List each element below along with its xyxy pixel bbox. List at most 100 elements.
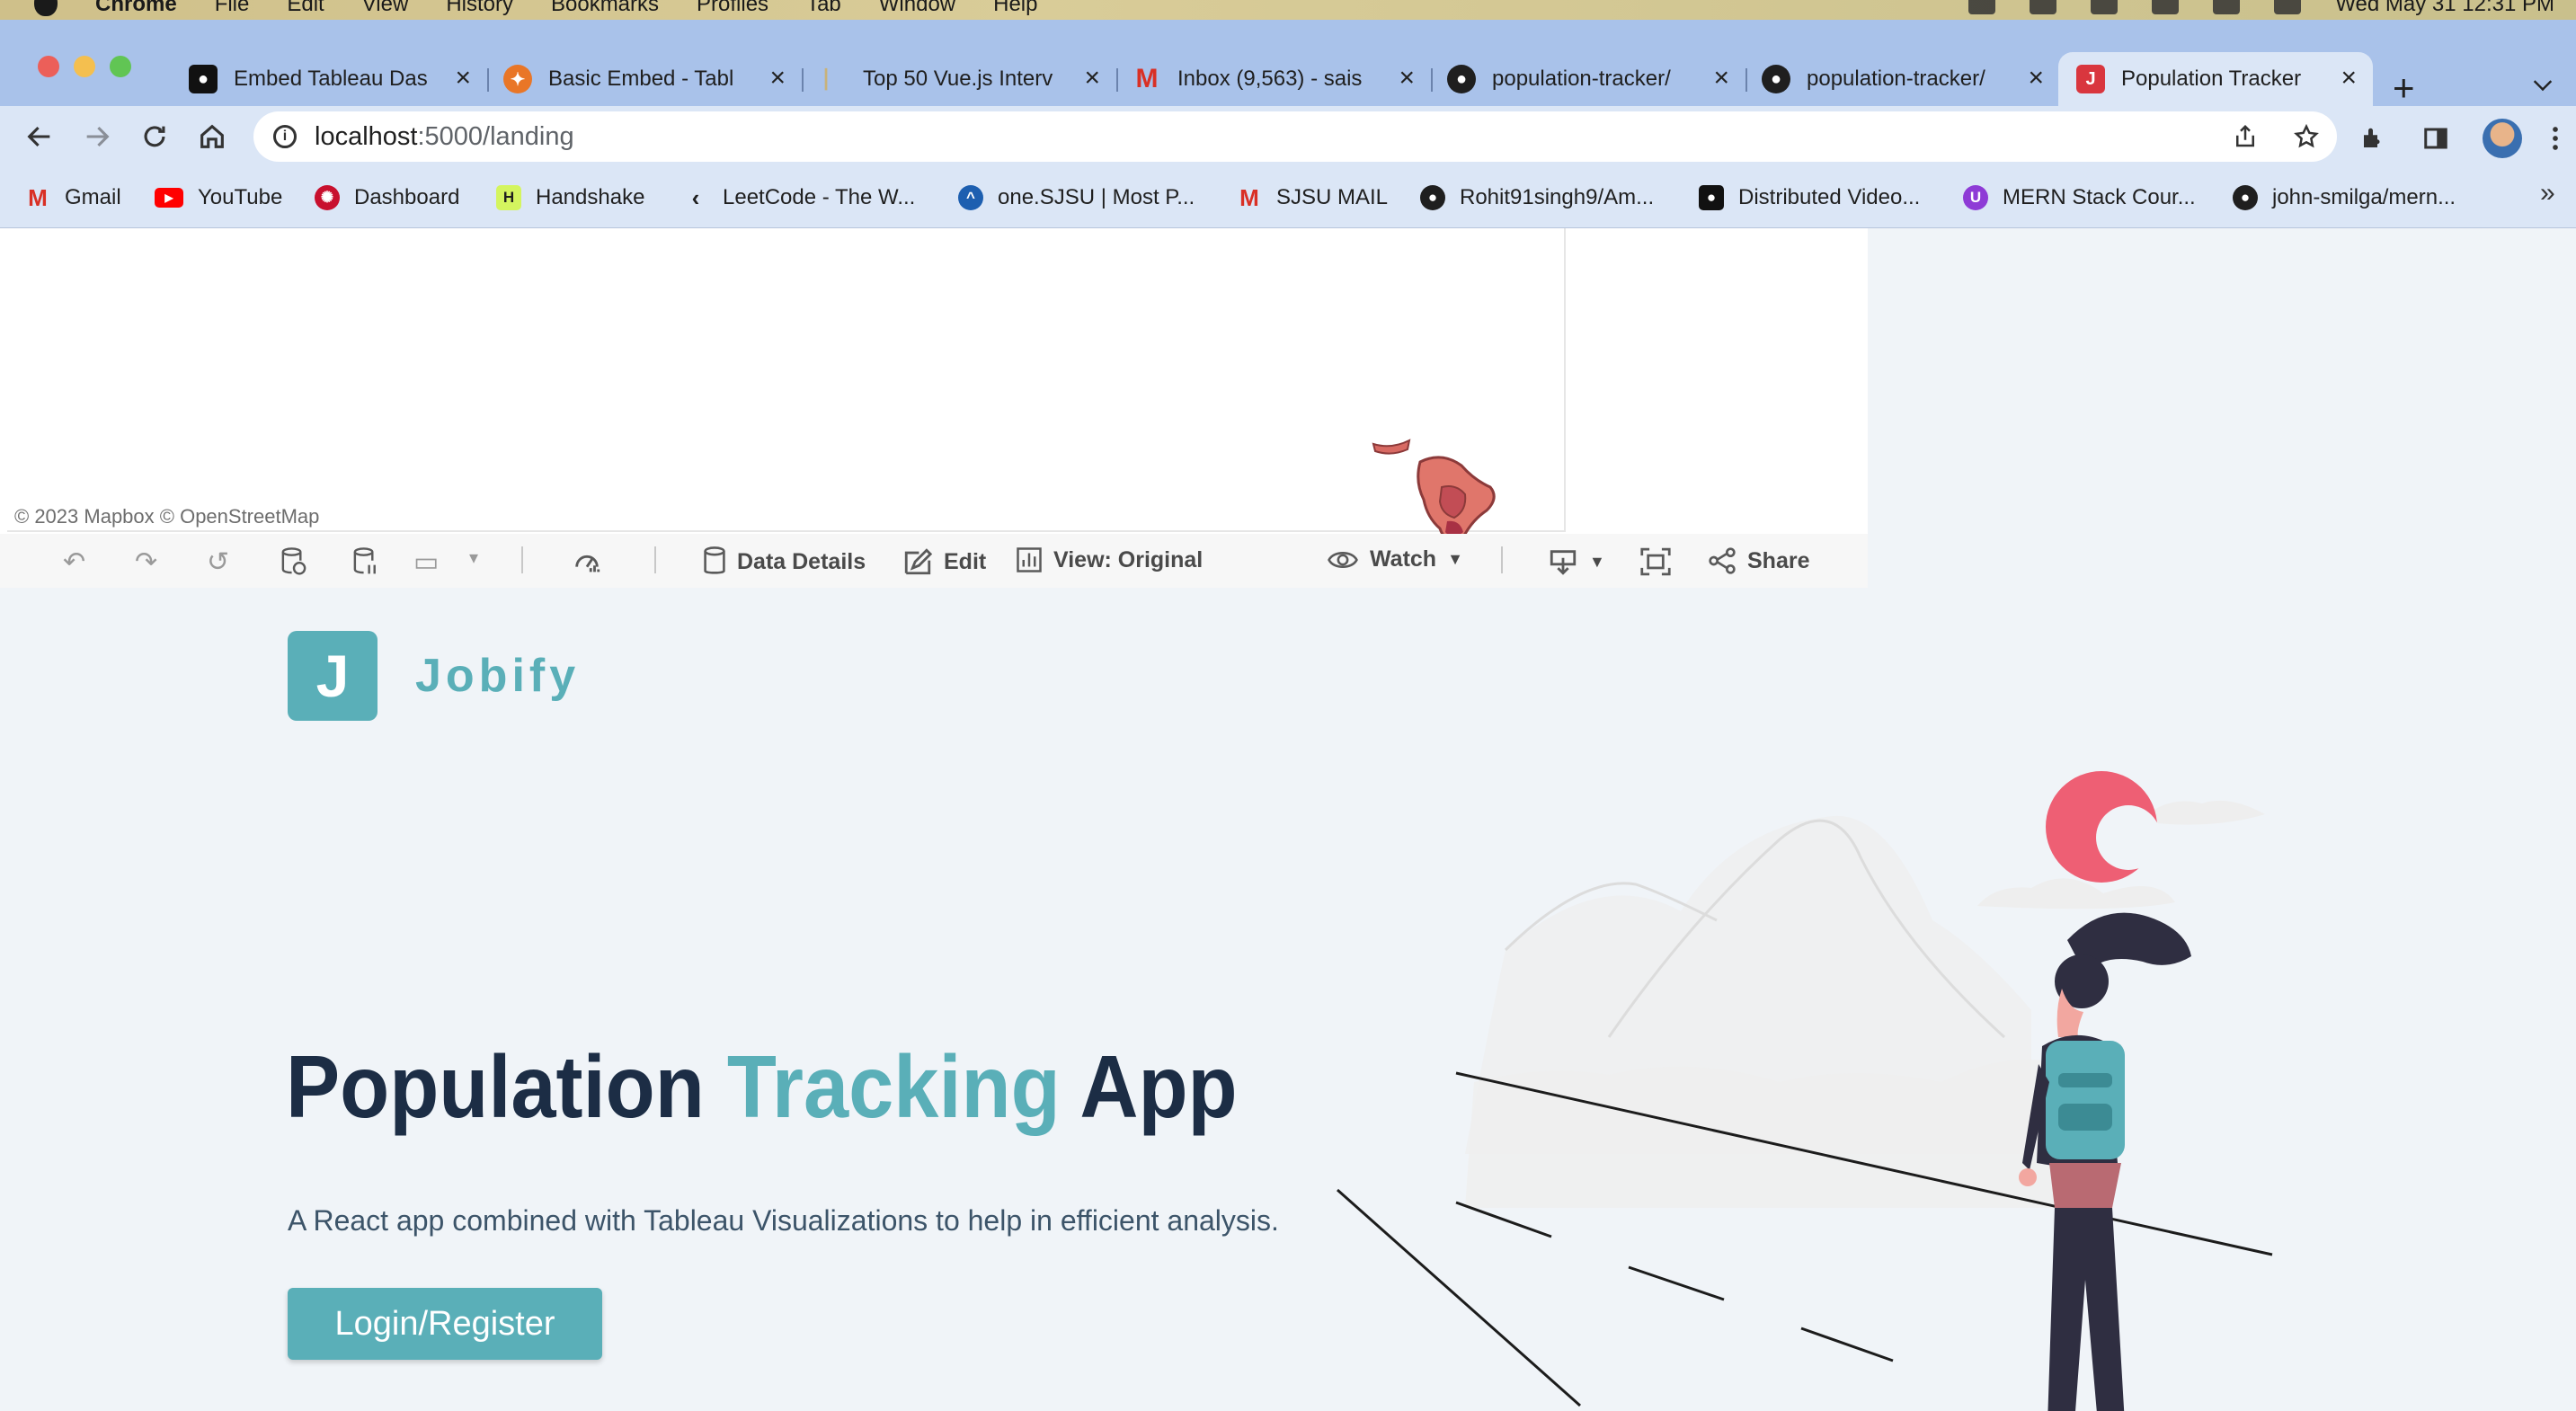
share-label: Share [1747, 547, 1810, 573]
more-bookmarks-icon[interactable]: » [2540, 178, 2555, 209]
bookmarks-bar: M Gmail ▶ YouTube ✺ Dashboard H Handshak… [0, 167, 2576, 228]
data-details-button[interactable]: Data Details [703, 546, 866, 577]
bookmark-distributed-video[interactable]: ● Distributed Video... [1699, 180, 1920, 216]
watch-label: Watch [1370, 546, 1437, 572]
bookmark-github-smilga[interactable]: ● john-smilga/mern... [2233, 180, 2456, 216]
download-dropdown-icon: ▼ [1589, 552, 1605, 571]
back-button[interactable] [20, 117, 59, 156]
menu-file[interactable]: File [215, 0, 250, 17]
tab-vue-interview[interactable]: ▏ Top 50 Vue.js Interv × [802, 52, 1118, 106]
watch-button[interactable]: Watch ▼ [1327, 546, 1463, 572]
hero-title: Population Tracking App [286, 1043, 1238, 1131]
bookmark-star-icon[interactable] [2290, 120, 2323, 153]
menu-window[interactable]: Window [879, 0, 955, 17]
bookmark-youtube[interactable]: ▶ YouTube [155, 180, 282, 216]
close-tab-icon[interactable]: × [1084, 65, 1100, 92]
new-tab-button[interactable]: + [2393, 69, 2415, 107]
link-dropdown-icon[interactable]: ▾ [469, 546, 478, 569]
site-info-icon[interactable]: i [273, 125, 297, 148]
tab-basic-embed[interactable]: ✦ Basic Embed - Tabl × [487, 52, 804, 106]
bookmark-mern-course[interactable]: U MERN Stack Cour... [1963, 180, 2196, 216]
macos-menu-bar: Chrome File Edit View History Bookmarks … [0, 0, 2576, 20]
menu-history[interactable]: History [446, 0, 513, 17]
watch-dropdown-icon: ▼ [1447, 550, 1463, 568]
tab-search-chevron-icon[interactable] [2533, 72, 2553, 92]
control-center-icon[interactable] [2213, 0, 2241, 14]
menu-tab[interactable]: Tab [806, 0, 841, 17]
address-url[interactable]: localhost:5000/landing [315, 122, 574, 152]
close-tab-icon[interactable]: × [1399, 65, 1415, 92]
tab-gmail-inbox[interactable]: M Inbox (9,563) - sais × [1116, 52, 1433, 106]
revert-icon[interactable]: ↺ [207, 546, 229, 578]
browser-menu-icon[interactable] [2553, 125, 2558, 152]
battery-icon[interactable] [2030, 0, 2057, 14]
bookmark-label: Gmail [65, 185, 121, 209]
metrics-icon[interactable] [572, 546, 602, 577]
browser-toolbar: i localhost:5000/landing [0, 106, 2576, 167]
map-attribution[interactable]: © 2023 Mapbox © OpenStreetMap [14, 505, 319, 528]
bookmark-leetcode[interactable]: ‹ LeetCode - The W... [683, 180, 916, 216]
edit-button[interactable]: Edit [902, 546, 986, 577]
spotlight-icon[interactable] [2152, 0, 2180, 14]
menu-app[interactable]: Chrome [95, 0, 177, 17]
address-bar[interactable]: i localhost:5000/landing [253, 111, 2337, 162]
close-tab-icon[interactable]: × [2341, 65, 2357, 92]
tab-population-tracker[interactable]: J Population Tracker × [2058, 52, 2373, 106]
udemy-icon: U [1963, 185, 1988, 210]
siri-icon[interactable] [2274, 0, 2302, 14]
menu-clock[interactable]: Wed May 31 12:31 PM [2335, 0, 2554, 17]
zoom-window-button[interactable] [110, 56, 131, 77]
tab-embed-tableau[interactable]: ● Embed Tableau Das × [173, 52, 489, 106]
close-tab-icon[interactable]: × [2028, 65, 2044, 92]
youtube-icon: ▶ [155, 188, 183, 208]
close-tab-icon[interactable]: × [1713, 65, 1729, 92]
redo-icon[interactable]: ↷ [135, 546, 157, 578]
bookmark-one-sjsu[interactable]: ^ one.SJSU | Most P... [958, 180, 1195, 216]
database-icon [704, 546, 725, 574]
bookmark-label: john-smilga/mern... [2272, 185, 2456, 209]
tableau-map[interactable] [7, 228, 1566, 544]
menu-edit[interactable]: Edit [287, 0, 324, 17]
menu-help[interactable]: Help [993, 0, 1037, 17]
share-nodes-icon [1709, 547, 1736, 574]
pause-updates-icon[interactable] [352, 546, 379, 577]
tab-github-population-1[interactable]: ● population-tracker/ × [1431, 52, 1747, 106]
bookmark-dashboard[interactable]: ✺ Dashboard [315, 180, 459, 216]
view-original-button[interactable]: View: Original [1016, 546, 1203, 573]
bookmark-gmail[interactable]: M Gmail [25, 180, 121, 216]
wifi-icon[interactable] [2091, 0, 2119, 14]
forward-button[interactable] [77, 117, 117, 156]
close-window-button[interactable] [38, 56, 59, 77]
volume-icon[interactable] [1968, 0, 1996, 14]
close-tab-icon[interactable]: × [455, 65, 471, 92]
profile-avatar[interactable] [2483, 119, 2522, 158]
jobify-logo[interactable]: J Jobify [288, 631, 580, 721]
download-button[interactable]: ▼ [1548, 546, 1605, 577]
link-icon[interactable]: ▭ [413, 546, 439, 578]
tab-label: Top 50 Vue.js Interv [863, 67, 1053, 91]
bookmark-handshake[interactable]: H Handshake [496, 180, 644, 216]
tableau-icon: ✦ [503, 65, 532, 93]
side-panel-icon[interactable] [2420, 122, 2452, 155]
handshake-icon: H [496, 185, 521, 210]
refresh-data-icon[interactable] [280, 546, 307, 577]
menu-view[interactable]: View [362, 0, 409, 17]
tab-github-population-2[interactable]: ● population-tracker/ × [1745, 52, 2060, 106]
undo-icon[interactable]: ↶ [63, 546, 85, 578]
extensions-icon[interactable] [2357, 122, 2389, 155]
menu-profiles[interactable]: Profiles [697, 0, 768, 17]
bookmark-github-rohit[interactable]: ● Rohit91singh9/Am... [1420, 180, 1654, 216]
tableau-embed: © 2023 Mapbox © OpenStreetMap ↶ ↷ ↺ ▭ ▾ … [0, 228, 1868, 588]
login-register-button[interactable]: Login/Register [288, 1288, 602, 1360]
close-tab-icon[interactable]: × [769, 65, 786, 92]
bookmark-sjsu-mail[interactable]: M SJSU MAIL [1237, 180, 1388, 216]
fullscreen-button[interactable] [1639, 546, 1672, 577]
minimize-window-button[interactable] [74, 56, 95, 77]
apple-icon[interactable] [34, 0, 58, 16]
url-host: localhost [315, 121, 418, 151]
share-page-icon[interactable] [2229, 120, 2261, 153]
home-button[interactable] [192, 117, 232, 156]
menu-bookmarks[interactable]: Bookmarks [551, 0, 659, 17]
reload-button[interactable] [135, 117, 174, 156]
share-button[interactable]: Share [1708, 546, 1809, 575]
